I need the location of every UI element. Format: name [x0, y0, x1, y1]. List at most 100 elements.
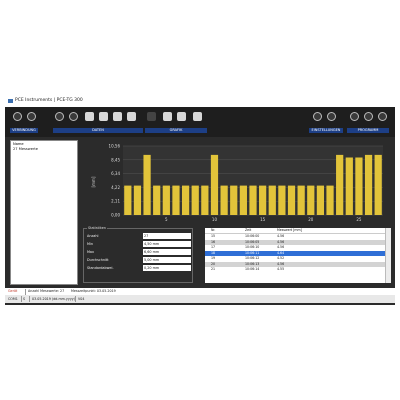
bar	[239, 185, 247, 215]
y-axis-label: [mm]	[91, 176, 96, 187]
stat-row-average: Durchschnitt 5,00 mm	[87, 257, 191, 263]
stat-label: Anzahl	[87, 234, 99, 238]
bar	[191, 185, 199, 215]
stat-row-min: Min 4,50 mm	[87, 241, 191, 247]
device-label: Gerät	[8, 289, 18, 293]
download-icon[interactable]	[85, 112, 94, 121]
x-tick-label: 10	[212, 217, 218, 222]
stat-label: Min	[87, 242, 94, 246]
refresh-icon[interactable]	[163, 112, 172, 121]
bar	[124, 185, 132, 215]
exit-icon[interactable]	[378, 112, 387, 121]
x-tick-label: 25	[356, 217, 362, 222]
bar	[316, 185, 325, 215]
bar	[336, 154, 344, 215]
firmware-label: V04	[78, 297, 85, 301]
bar	[278, 185, 286, 215]
datetime-label: 03.05.2019 (dd.mm.yyyy)	[32, 297, 76, 301]
print-icon[interactable]	[177, 112, 186, 121]
group-daten: DATEN	[53, 128, 143, 133]
divider	[75, 296, 76, 302]
x-tick-label: 5	[165, 217, 168, 222]
bar	[345, 157, 353, 215]
status-bar: COM1 S 03.05.2019 (dd.mm.yyyy) V04	[5, 295, 395, 303]
delete-icon[interactable]	[99, 112, 108, 121]
info-bar: Gerät Anzahl Messwerte: 27 Messzeitpunkt…	[5, 288, 395, 295]
stat-row-max: Max 6,60 mm	[87, 249, 191, 255]
x-tick-label: 20	[308, 217, 314, 222]
port-label: COM1	[8, 297, 18, 301]
group-verbindung: VERBINDUNG	[10, 128, 38, 133]
stat-value: 0,20 mm	[143, 265, 191, 271]
divider	[21, 296, 22, 302]
bar	[181, 185, 190, 215]
group-programm: PROGRAMM	[347, 128, 389, 133]
stat-value: 5,00 mm	[143, 257, 191, 263]
y-tick-label: 8,45	[111, 157, 120, 162]
statistics-legend: Statistiken	[87, 226, 107, 230]
copy-icon[interactable]	[193, 112, 202, 121]
bar	[259, 185, 267, 215]
stat-value: 6,60 mm	[143, 249, 191, 255]
y-tick-label: 0,00	[111, 213, 120, 218]
connect-icon[interactable]	[27, 112, 36, 121]
measurement-list[interactable]: Name 27 Messwerte	[10, 140, 78, 285]
bar-chart: 10,56 8,45 6,34 4,22 2,11 0,00 [mm] 5 10 15 20 25	[83, 140, 391, 225]
table-cell: 10:06:14	[245, 267, 260, 271]
mode-label: S	[23, 297, 26, 301]
zoom-icon[interactable]	[147, 112, 156, 121]
disconnect-icon[interactable]	[13, 112, 22, 121]
settings-gear-icon[interactable]	[313, 112, 322, 121]
stat-label: Standardabwei.	[87, 266, 114, 270]
y-tick-label: 6,34	[111, 171, 120, 176]
stat-value: 27	[143, 233, 191, 239]
bar	[249, 185, 257, 215]
y-tick-label: 10,56	[109, 144, 121, 149]
bar	[143, 154, 151, 215]
col-header-time[interactable]: Zeit	[245, 228, 251, 233]
stat-row-stddev: Standardabwei. 0,20 mm	[87, 265, 191, 271]
title-bar: PCE Instruments | PCE-TG 300	[5, 95, 395, 107]
save-icon[interactable]	[113, 112, 122, 121]
record-icon[interactable]	[55, 112, 64, 121]
x-tick-label: 15	[260, 217, 266, 222]
info-icon[interactable]	[350, 112, 359, 121]
language-icon[interactable]	[327, 112, 336, 121]
y-tick-label: 2,11	[111, 199, 120, 204]
stat-row-count: Anzahl 27	[87, 233, 191, 239]
stat-label: Max	[87, 250, 95, 254]
table-row[interactable]: 21 10:06:14 4.55	[205, 267, 385, 273]
bar	[133, 185, 142, 215]
bar	[374, 154, 382, 215]
values-table[interactable]: Nr. Zeit Messwert [mm] 15 10:06:00 4.56 16 1…	[205, 228, 391, 283]
table-scrollbar[interactable]	[385, 228, 391, 283]
bar	[172, 185, 180, 215]
group-grafik: GRAFIK	[145, 128, 207, 133]
bar	[201, 185, 209, 215]
export-icon[interactable]	[127, 112, 136, 121]
bar	[230, 185, 238, 215]
help-icon[interactable]	[364, 112, 373, 121]
app-window: PCE Instruments | PCE-TG 300 VERBINDUNG …	[5, 95, 395, 305]
stop-icon[interactable]	[69, 112, 78, 121]
table-cell: 21	[211, 267, 216, 271]
statistics-box: Statistiken Anzahl 27 Min 4,50 mm Max 6,…	[83, 226, 193, 283]
col-header-nr[interactable]: Nr.	[211, 228, 215, 233]
bar	[326, 185, 334, 215]
stat-label: Durchschnitt	[87, 258, 109, 262]
chart-svg: 10,56 8,45 6,34 4,22 2,11 0,00 [mm] 5 10 15 20 25	[91, 144, 383, 222]
stat-value: 4,50 mm	[143, 241, 191, 247]
col-header-value[interactable]: Messwert [mm]	[277, 228, 302, 233]
bar	[210, 154, 219, 215]
list-item[interactable]: 27 Messwerte	[11, 147, 77, 151]
bar	[162, 185, 170, 215]
table-cell: 4.55	[277, 267, 285, 271]
count-label: Anzahl Messwerte: 27	[28, 289, 65, 293]
bar	[364, 154, 373, 215]
window-title: PCE Instruments | PCE-TG 300	[15, 98, 83, 103]
toolbar: VERBINDUNG DATEN GRAFIK EINSTELLUNGEN PR…	[5, 107, 395, 137]
bar	[355, 157, 363, 215]
bar	[268, 185, 276, 215]
bar	[297, 185, 305, 215]
bar	[307, 185, 315, 215]
